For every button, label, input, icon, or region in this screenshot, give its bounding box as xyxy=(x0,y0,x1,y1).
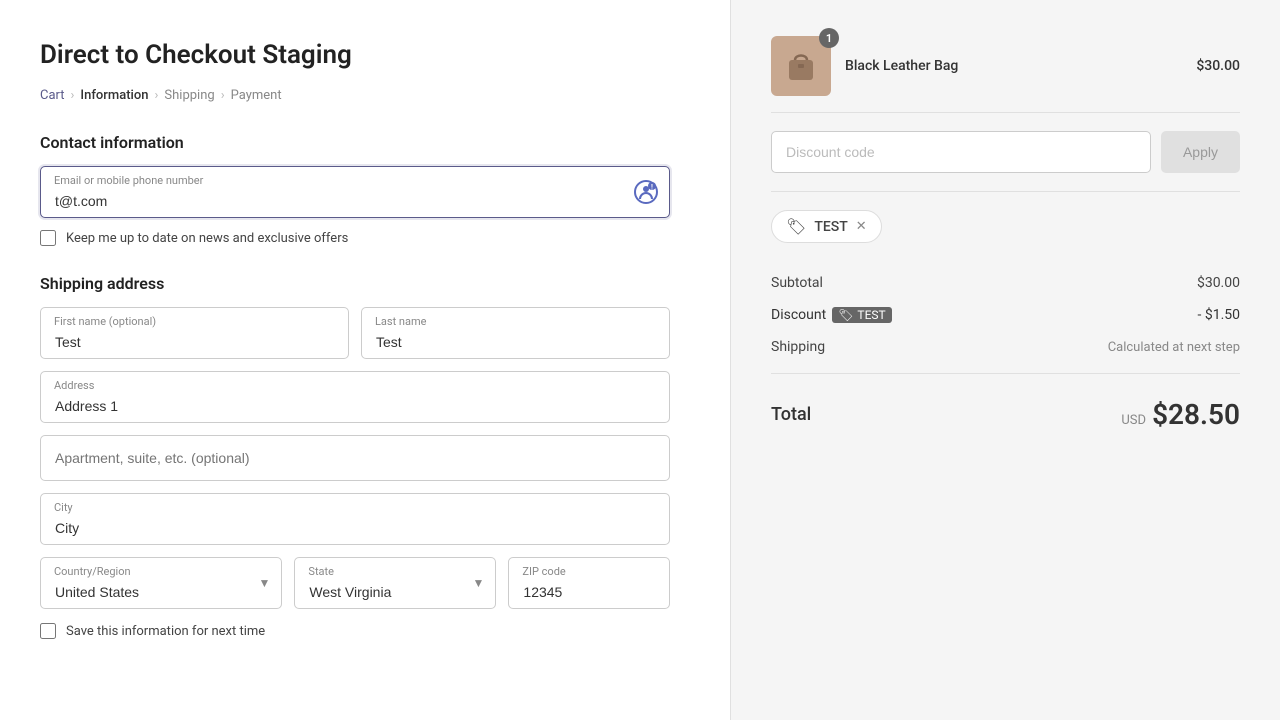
applied-discount-tag-wrapper: 🏷 TEST ✕ xyxy=(771,210,1240,261)
shipping-value: Calculated at next step xyxy=(1108,340,1240,355)
breadcrumb-sep-2: › xyxy=(155,88,159,103)
right-panel: 1 Black Leather Bag $30.00 Apply 🏷 TEST … xyxy=(730,0,1280,720)
newsletter-checkbox[interactable] xyxy=(40,230,56,246)
shipping-section-title: Shipping address xyxy=(40,274,670,293)
breadcrumb-cart[interactable]: Cart xyxy=(40,88,65,103)
first-name-input[interactable] xyxy=(40,307,349,359)
total-row: Total USD $28.50 xyxy=(771,384,1240,445)
breadcrumb-sep-1: › xyxy=(71,88,75,103)
save-info-label: Save this information for next time xyxy=(66,624,265,639)
last-name-wrapper: Last name xyxy=(361,307,670,359)
breadcrumb-sep-3: › xyxy=(221,88,225,103)
breadcrumb: Cart › Information › Shipping › Payment xyxy=(40,88,670,103)
discount-label: Discount 🏷 TEST xyxy=(771,307,892,323)
product-price: $30.00 xyxy=(1196,58,1240,74)
country-wrapper: Country/Region United States ▼ xyxy=(40,557,282,609)
apply-button[interactable]: Apply xyxy=(1161,131,1240,173)
address-input[interactable] xyxy=(40,371,670,423)
svg-text:!: ! xyxy=(651,184,653,192)
subtotal-row: Subtotal $30.00 xyxy=(771,267,1240,299)
left-panel: Direct to Checkout Staging Cart › Inform… xyxy=(0,0,730,720)
email-input[interactable] xyxy=(40,166,670,218)
country-select[interactable]: United States xyxy=(40,557,282,609)
product-name: Black Leather Bag xyxy=(845,58,958,74)
product-image-wrapper: 1 xyxy=(771,36,831,96)
discount-amount: - $1.50 xyxy=(1197,307,1240,323)
discount-code-label: TEST xyxy=(814,219,847,235)
discount-code-tag: 🏷 TEST xyxy=(832,307,892,323)
city-wrapper: City xyxy=(40,493,670,545)
shipping-row: Shipping Calculated at next step xyxy=(771,331,1240,363)
discount-tag: 🏷 TEST ✕ xyxy=(771,210,882,243)
discount-code-tag-label: TEST xyxy=(857,308,885,322)
total-amount: $28.50 xyxy=(1152,398,1240,431)
zip-input[interactable] xyxy=(508,557,670,609)
save-row: Save this information for next time xyxy=(40,623,670,639)
state-select[interactable]: West Virginia xyxy=(294,557,496,609)
address-wrapper: Address xyxy=(40,371,670,423)
save-info-checkbox[interactable] xyxy=(40,623,56,639)
bag-icon xyxy=(781,46,821,86)
shipping-label: Shipping xyxy=(771,339,825,355)
subtotal-label: Subtotal xyxy=(771,275,823,291)
discount-row: Apply xyxy=(771,131,1240,192)
contact-section-title: Contact information xyxy=(40,133,670,152)
tag-mini-icon: 🏷 xyxy=(838,308,853,322)
state-wrapper: State West Virginia ▼ xyxy=(294,557,496,609)
total-currency: USD xyxy=(1121,413,1146,428)
address2-input[interactable] xyxy=(40,435,670,481)
city-input[interactable] xyxy=(40,493,670,545)
product-info: Black Leather Bag xyxy=(845,58,1182,74)
product-quantity-badge: 1 xyxy=(819,28,839,48)
breadcrumb-payment: Payment xyxy=(231,88,282,103)
zip-wrapper: ZIP code xyxy=(508,557,670,609)
first-name-wrapper: First name (optional) xyxy=(40,307,349,359)
total-right: USD $28.50 xyxy=(1121,398,1240,431)
remove-discount-button[interactable]: ✕ xyxy=(856,220,867,233)
discount-summary-row: Discount 🏷 TEST - $1.50 xyxy=(771,299,1240,331)
subtotal-value: $30.00 xyxy=(1197,275,1240,291)
breadcrumb-shipping: Shipping xyxy=(164,88,214,103)
last-name-input[interactable] xyxy=(361,307,670,359)
autofill-icon: ! xyxy=(634,180,658,204)
email-field-wrapper: Email or mobile phone number ! xyxy=(40,166,670,218)
breadcrumb-information: Information xyxy=(80,88,148,103)
newsletter-row: Keep me up to date on news and exclusive… xyxy=(40,230,670,246)
product-row: 1 Black Leather Bag $30.00 xyxy=(771,20,1240,113)
name-row: First name (optional) Last name xyxy=(40,307,670,359)
summary-divider xyxy=(771,373,1240,374)
tag-icon: 🏷 xyxy=(786,217,806,236)
discount-input[interactable] xyxy=(771,131,1151,173)
total-label: Total xyxy=(771,404,811,425)
page-title: Direct to Checkout Staging xyxy=(40,40,670,70)
location-row: Country/Region United States ▼ State Wes… xyxy=(40,557,670,609)
order-summary: Subtotal $30.00 Discount 🏷 TEST - $1.50 … xyxy=(771,267,1240,445)
newsletter-label: Keep me up to date on news and exclusive… xyxy=(66,231,348,246)
address2-wrapper xyxy=(40,435,670,481)
